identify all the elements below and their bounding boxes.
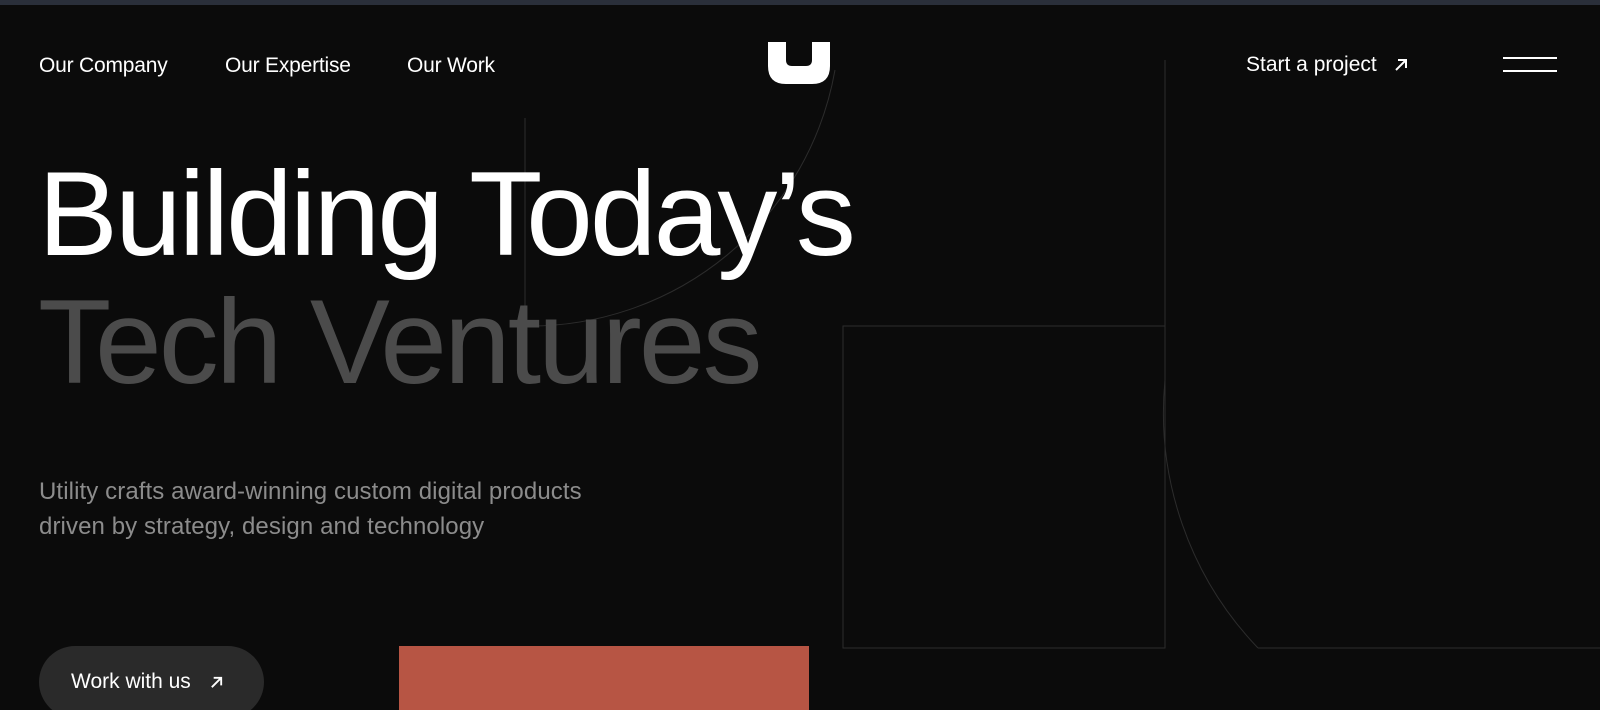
headline-line-2: Tech Ventures (38, 275, 762, 409)
hamburger-menu-icon (1503, 57, 1557, 59)
hero-subtitle: Utility crafts award-winning custom digi… (39, 474, 679, 544)
page: Our Company Our Expertise Our Work Start… (0, 0, 1600, 710)
headline-line-1: Building Today’s (38, 147, 856, 281)
hamburger-menu-line (1503, 70, 1557, 72)
work-with-us-button[interactable]: Work with us (39, 646, 264, 710)
start-project-link[interactable]: Start a project (1246, 53, 1409, 77)
arrow-up-right-icon (1395, 59, 1407, 71)
nav-our-work[interactable]: Our Work (407, 54, 495, 78)
decor-square (842, 325, 1166, 649)
hero-headline: Building Today’s Tech Ventures (38, 147, 856, 409)
arrow-up-right-icon (210, 676, 222, 688)
start-project-label: Start a project (1246, 53, 1377, 76)
utility-u-logo-icon[interactable] (768, 42, 830, 84)
featured-project-preview[interactable] (399, 646, 809, 710)
hamburger-menu-button[interactable] (1503, 54, 1557, 76)
subtitle-line-2: driven by strategy, design and technolog… (39, 513, 485, 540)
decor-arc-bottom (1162, 379, 1259, 649)
subtitle-line-1: Utility crafts award-winning custom digi… (39, 478, 582, 505)
work-with-us-label: Work with us (71, 670, 191, 693)
nav-our-expertise[interactable]: Our Expertise (225, 54, 351, 78)
nav-our-company[interactable]: Our Company (39, 54, 168, 78)
